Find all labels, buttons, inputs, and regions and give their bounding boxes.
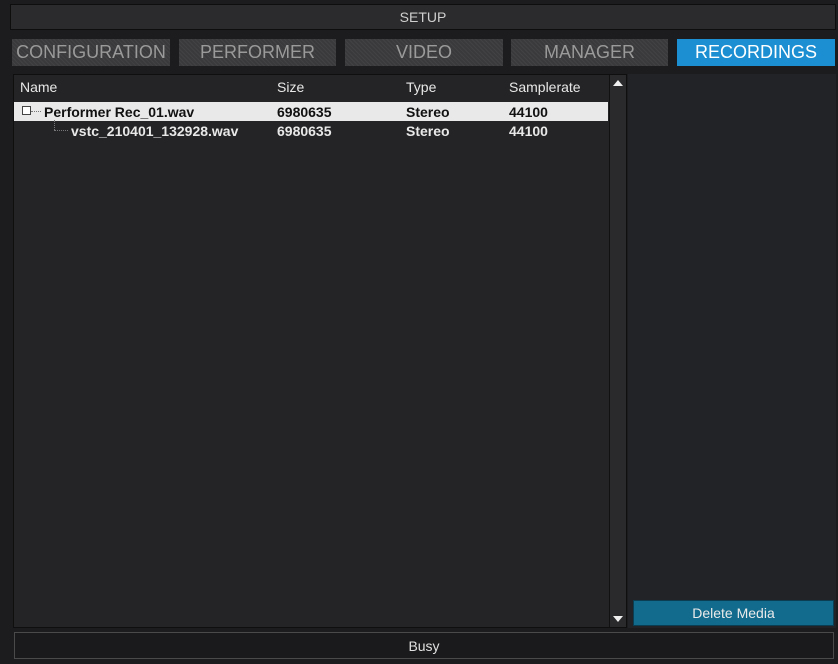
vertical-scrollbar[interactable]	[609, 75, 626, 627]
file-type: Stereo	[406, 104, 450, 120]
file-samplerate: 44100	[509, 123, 548, 139]
file-name: Performer Rec_01.wav	[44, 104, 195, 120]
column-header-type[interactable]: Type	[406, 79, 436, 95]
tab-configuration[interactable]: CONFIGURATION	[12, 39, 170, 66]
window-title: SETUP	[10, 4, 836, 30]
recordings-list-panel: Name Size Type Samplerate Performer Rec_…	[13, 74, 627, 628]
table-row[interactable]: Performer Rec_01.wav 6980635 Stereo 4410…	[14, 102, 608, 121]
scroll-down-arrow-icon[interactable]	[613, 616, 623, 622]
file-size: 6980635	[277, 123, 332, 139]
tree-connector	[31, 111, 41, 112]
table-row[interactable]: vstc_210401_132928.wav 6980635 Stereo 44…	[14, 120, 608, 140]
tab-video[interactable]: VIDEO	[345, 39, 503, 66]
setup-window: SETUP CONFIGURATION PERFORMER VIDEO MANA…	[0, 0, 838, 664]
tab-recordings[interactable]: RECORDINGS	[677, 39, 835, 66]
scroll-up-arrow-icon[interactable]	[613, 80, 623, 86]
file-samplerate: 44100	[509, 104, 548, 120]
column-header-name[interactable]: Name	[20, 79, 57, 95]
tree-connector	[54, 130, 68, 131]
side-panel	[628, 74, 836, 628]
column-header-size[interactable]: Size	[277, 79, 304, 95]
tab-manager[interactable]: MANAGER	[511, 39, 668, 66]
tree-connector	[54, 120, 55, 130]
column-header-samplerate[interactable]: Samplerate	[509, 79, 581, 95]
status-bar: Busy	[14, 632, 834, 659]
delete-media-button[interactable]: Delete Media	[633, 600, 834, 626]
expand-box-icon[interactable]	[22, 106, 31, 115]
tab-performer[interactable]: PERFORMER	[179, 39, 336, 66]
file-size: 6980635	[277, 104, 332, 120]
file-name: vstc_210401_132928.wav	[71, 123, 239, 139]
table-header: Name Size Type Samplerate	[14, 75, 608, 99]
file-type: Stereo	[406, 123, 450, 139]
